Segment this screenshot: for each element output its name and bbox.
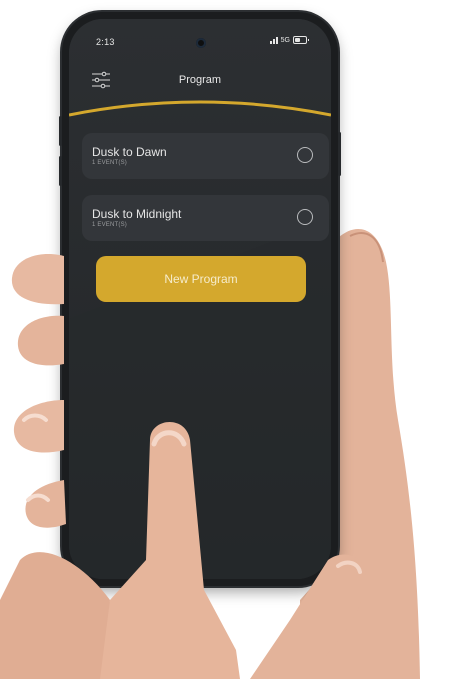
product-photo: 2:13 5G Program Dusk to Dawn 1 EVENT(S) …: [0, 0, 453, 679]
hands-foreground: [0, 254, 367, 679]
